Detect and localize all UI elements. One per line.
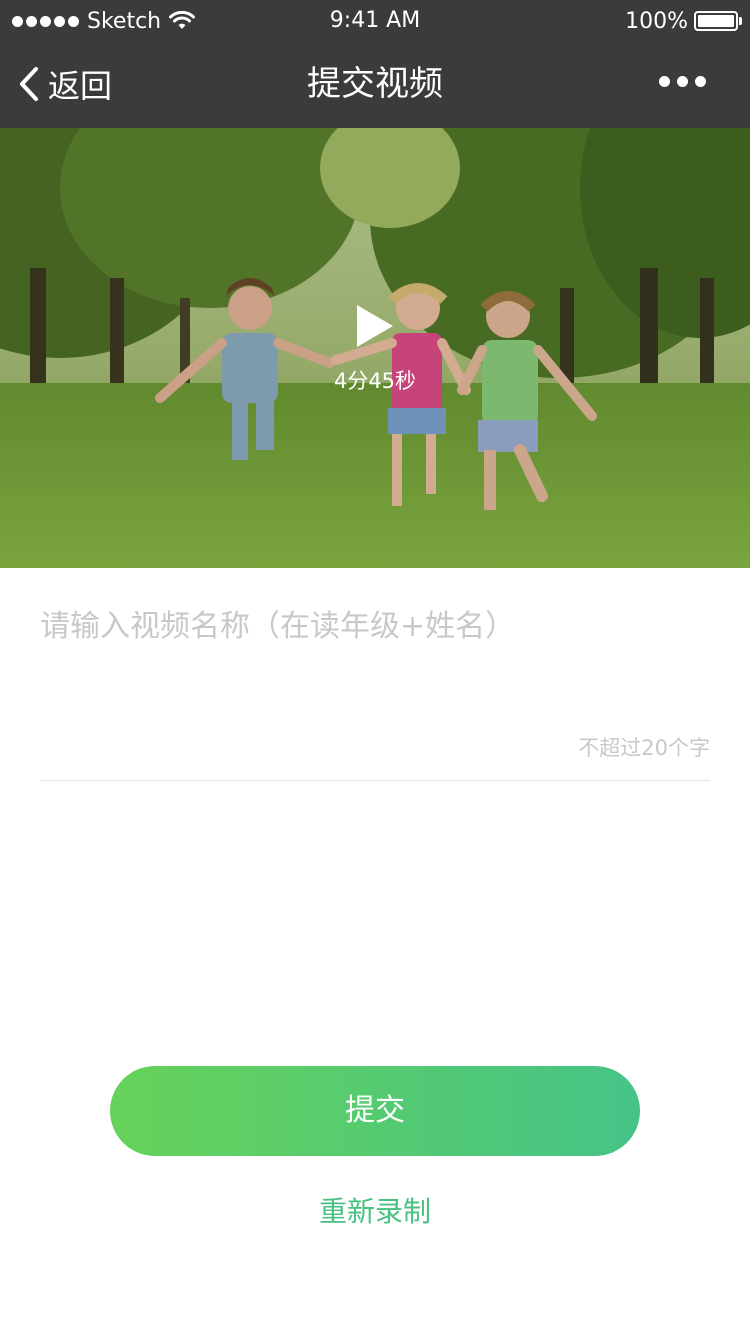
more-dots-icon[interactable] <box>659 76 706 87</box>
input-divider <box>40 780 710 781</box>
status-right: 100% <box>625 8 742 34</box>
page-title: 提交视频 <box>307 64 443 104</box>
video-name-input[interactable] <box>40 598 710 654</box>
top-bar: Sketch 9:41 AM 100% 返回 提交视频 <box>0 0 750 128</box>
submit-button[interactable]: 提交 <box>110 1066 640 1156</box>
status-bar: Sketch 9:41 AM 100% <box>0 0 750 40</box>
video-duration: 4分45秒 <box>333 369 417 393</box>
play-icon[interactable] <box>355 303 395 349</box>
battery-percentage: 100% <box>625 8 688 34</box>
rerecord-link[interactable]: 重新录制 <box>0 1190 750 1230</box>
battery-icon <box>694 11 742 31</box>
navigation-bar: 返回 提交视频 <box>0 40 750 128</box>
character-limit-hint: 不超过20个字 <box>578 736 710 760</box>
